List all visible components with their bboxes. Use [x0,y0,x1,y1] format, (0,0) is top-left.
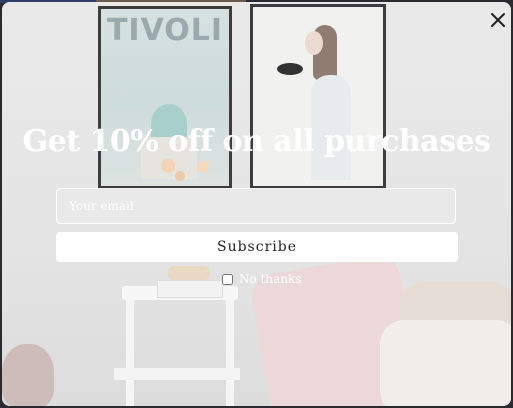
portrait-bird [277,63,303,75]
poster-title: TIVOLI [106,13,224,48]
poster-balloon [197,161,209,173]
popup-headline: Get 10% off on all purchases [22,124,491,159]
girl-portrait-poster [250,4,386,189]
close-button[interactable] [486,8,510,32]
toy-box [157,280,223,298]
no-thanks-checkbox[interactable] [222,273,233,285]
stool-leg [126,298,134,406]
email-input[interactable] [56,188,456,224]
close-icon [491,13,505,27]
knit-pillow [380,320,511,406]
teddy-bear [2,344,54,406]
toy-car [168,266,210,280]
subscribe-button[interactable]: Subscribe [56,232,458,262]
stool-step [114,368,240,380]
poster-balloon [161,159,175,173]
discount-popup: TIVOLI Get 10% off on all purchases Subs… [2,2,511,406]
stool-leg [226,298,234,406]
no-thanks-option[interactable]: No thanks [222,272,301,286]
tivoli-poster: TIVOLI [98,6,232,189]
portrait-face [305,31,323,55]
no-thanks-label: No thanks [239,272,302,286]
poster-balloon [175,171,185,181]
